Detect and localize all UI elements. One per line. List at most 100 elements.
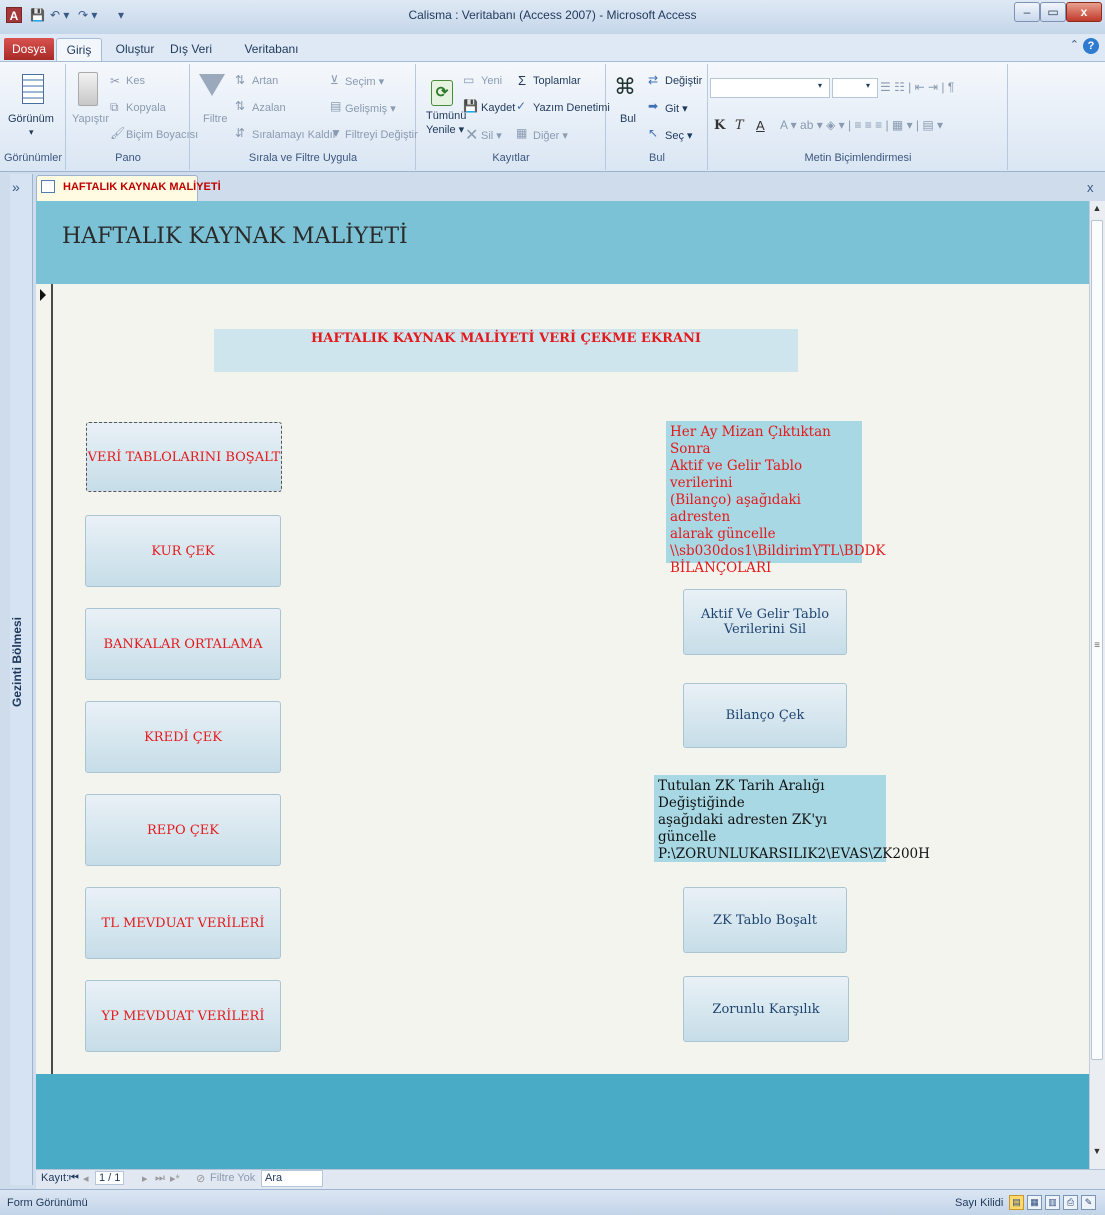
repo-cek-button[interactable]: REPO ÇEK (85, 794, 281, 866)
refresh-all-button[interactable]: Tümünü (426, 110, 466, 122)
first-record-icon[interactable]: ⏮ (69, 1172, 79, 1185)
prev-record-icon[interactable]: ◂ (83, 1172, 89, 1185)
totals-button[interactable]: Toplamlar (533, 75, 581, 87)
scroll-down-icon[interactable]: ▼ (1090, 1146, 1104, 1160)
tl-mevduat-button[interactable]: TL MEVDUAT VERİLERİ (85, 887, 281, 959)
binoculars-icon: ⌘ (614, 74, 636, 99)
refresh-all-dropdown[interactable]: Yenile ▾ (426, 123, 464, 136)
advanced-button[interactable]: Gelişmiş ▾ (345, 102, 396, 115)
tab-olustur[interactable]: Oluştur (110, 38, 160, 61)
save-record-icon: 💾 (463, 99, 478, 113)
group-label-metin: Metin Biçimlendirmesi (804, 152, 912, 164)
spelling-button[interactable]: Yazım Denetimi (533, 102, 610, 114)
delete-button[interactable]: Sil ▾ (481, 129, 502, 142)
filter-status-icon: ⊘ (196, 1173, 206, 1185)
find-button[interactable]: Bul (620, 113, 636, 125)
record-pointer-icon (40, 289, 46, 301)
font-name-combo[interactable] (710, 78, 830, 98)
record-selector[interactable] (36, 284, 53, 1074)
goto-icon: ➡ (648, 99, 659, 113)
font-name-dropdown-icon[interactable]: ▾ (818, 81, 822, 90)
print-view-icon[interactable]: ⎙ (1063, 1195, 1078, 1210)
underline-button[interactable]: A (756, 118, 765, 133)
font-color-icon[interactable]: A ▾ ab ▾ ◈ ▾ | ≡ ≡ ≡ | ▦ ▾ | ▤ ▾ (780, 118, 943, 132)
yp-mevduat-button[interactable]: YP MEVDUAT VERİLERİ (85, 980, 281, 1052)
last-record-icon[interactable]: ⏭ (155, 1172, 165, 1185)
bullets-icon[interactable]: ☰ ☷ | ⇤ ⇥ | ¶ (880, 80, 954, 94)
next-record-icon[interactable]: ▸ (142, 1172, 148, 1185)
sort-descending-button[interactable]: Azalan (252, 102, 286, 114)
nav-pane-toggle-icon[interactable]: » (12, 179, 20, 195)
format-painter-button[interactable]: Biçim Boyacısı (126, 129, 198, 141)
paste-button[interactable]: Yapıştır (72, 113, 109, 125)
refresh-icon: ⟳ (431, 80, 453, 106)
filter-status[interactable]: Filtre Yok (210, 1172, 255, 1184)
aktif-gelir-sil-button[interactable]: Aktif Ve Gelir Tablo Verilerini Sil (683, 589, 847, 655)
datasheet-view-icon-status[interactable]: ▦ (1027, 1195, 1042, 1210)
remove-sort-icon: ⇵ (235, 126, 246, 140)
select-cursor-icon: ↖ (648, 126, 659, 140)
toggle-filter-button[interactable]: Filtreyi Değiştir (345, 129, 418, 141)
font-size-combo[interactable] (832, 78, 878, 98)
selection-icon: ⊻ (330, 73, 339, 87)
help-icon[interactable]: ? (1083, 38, 1099, 54)
tab-dis-veri[interactable]: Dış Veri (166, 38, 216, 61)
tab-giris[interactable]: Giriş (56, 38, 102, 61)
bankalar-ortalama-button[interactable]: BANKALAR ORTALAMA (85, 608, 281, 680)
close-doc-icon[interactable]: x (1087, 180, 1094, 195)
italic-button[interactable]: T (735, 118, 744, 133)
tab-dosya[interactable]: Dosya (4, 38, 54, 60)
scroll-up-icon[interactable]: ▲ (1090, 203, 1104, 217)
group-label-sirala: Sırala ve Filtre Uygula (248, 152, 358, 164)
bilanco-note: Her Ay Mizan Çıktıktan Sonra Aktif ve Ge… (666, 421, 885, 576)
zk-tablo-bosalt-button[interactable]: ZK Tablo Boşalt (683, 887, 847, 953)
sort-ascending-button[interactable]: Artan (252, 75, 278, 87)
select-button[interactable]: Seç ▾ (665, 129, 693, 142)
remove-sort-button[interactable]: Sıralamayı Kaldır (252, 129, 336, 141)
search-input[interactable]: Ara (261, 1170, 323, 1187)
goto-button[interactable]: Git ▾ (665, 102, 688, 115)
design-view-icon[interactable]: ✎ (1081, 1195, 1096, 1210)
filter-button[interactable]: Filtre (203, 113, 227, 125)
veri-tablolarini-bosalt-button[interactable]: VERİ TABLOLARINI BOŞALT (86, 422, 282, 492)
zorunlu-karsilik-button[interactable]: Zorunlu Karşılık (683, 976, 849, 1042)
close-button[interactable]: x (1066, 2, 1102, 22)
filter-icon (199, 74, 225, 96)
form-title: HAFTALIK KAYNAK MALİYETİ (62, 224, 408, 249)
more-button[interactable]: Diğer ▾ (533, 129, 568, 142)
bold-button[interactable]: K (714, 118, 725, 133)
kredi-cek-button[interactable]: KREDİ ÇEK (85, 701, 281, 773)
more-icon: ▦ (516, 126, 528, 140)
new-record-icon: ▭ (463, 73, 475, 87)
minimize-button[interactable]: – (1014, 2, 1040, 22)
form-subtitle: HAFTALIK KAYNAK MALİYETİ VERİ ÇEKME EKRA… (311, 331, 701, 346)
save-record-button[interactable]: Kaydet (481, 102, 515, 114)
paste-icon (78, 72, 98, 106)
font-size-dropdown-icon[interactable]: ▾ (866, 81, 870, 90)
copy-button[interactable]: Kopyala (126, 102, 166, 114)
minimize-ribbon-icon[interactable]: ⌃ (1070, 38, 1079, 51)
bilanco-cek-button[interactable]: Bilanço Çek (683, 683, 847, 748)
replace-button[interactable]: Değiştir (665, 75, 702, 87)
form-view-icon[interactable]: ▤ (1009, 1195, 1024, 1210)
selection-button[interactable]: Seçim ▾ (345, 75, 384, 88)
new-record-button[interactable]: Yeni (481, 75, 502, 87)
status-view-name: Form Görünümü (7, 1197, 88, 1209)
nav-pane-label[interactable]: Gezinti Bölmesi (10, 617, 24, 707)
kur-cek-button[interactable]: KUR ÇEK (85, 515, 281, 587)
group-label-pano: Pano (115, 152, 141, 164)
doc-tab-label: HAFTALIK KAYNAK MALİYETİ (63, 181, 221, 193)
layout-view-icon[interactable]: ▥ (1045, 1195, 1060, 1210)
scroll-grip-icon: ≡ (1094, 640, 1100, 651)
delete-icon: ✕ (465, 127, 479, 144)
cut-button[interactable]: Kes (126, 75, 145, 87)
cut-icon: ✂ (110, 74, 121, 88)
totals-icon: Σ (518, 73, 527, 88)
view-dropdown-icon[interactable]: ▾ (29, 127, 34, 138)
view-button[interactable]: Görünüm (8, 113, 54, 125)
tab-veritabani-araclari[interactable]: Veritabanı Araçları (224, 38, 319, 78)
record-position-input[interactable]: 1 / 1 (95, 1171, 125, 1185)
new-record-icon[interactable]: ▸* (170, 1172, 180, 1185)
group-label-kayitlar: Kayıtlar (492, 152, 530, 164)
restore-button[interactable]: ▭ (1040, 2, 1066, 22)
